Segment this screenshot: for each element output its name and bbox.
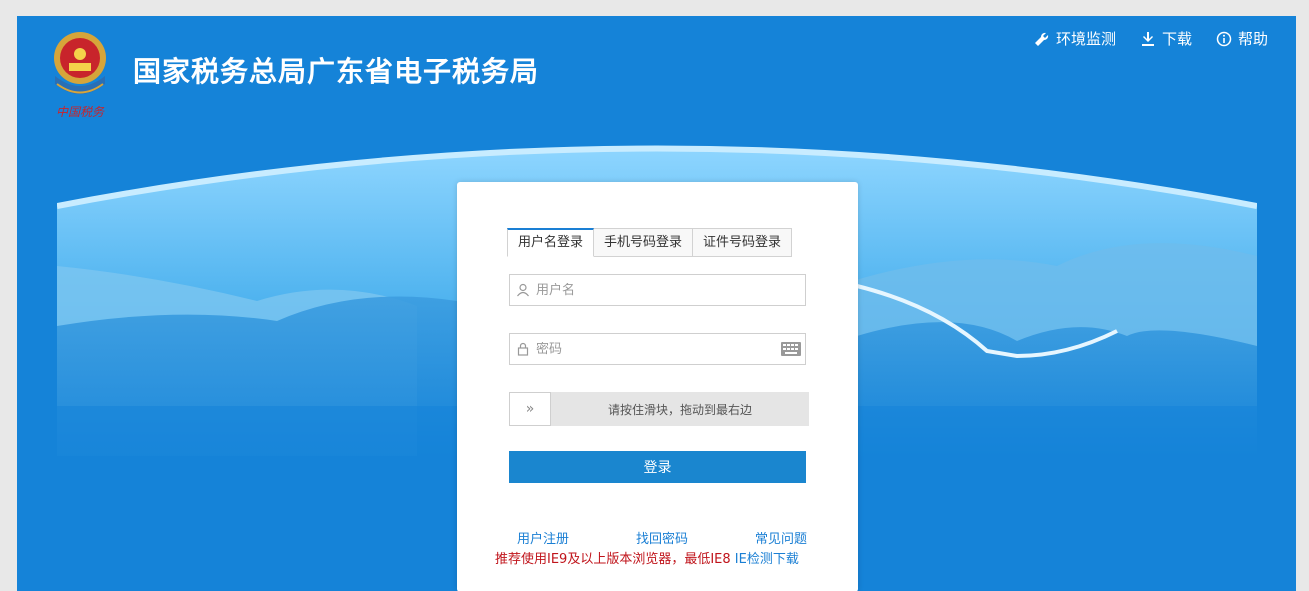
register-link[interactable]: 用户注册 (517, 528, 569, 547)
password-field (509, 333, 806, 365)
lock-icon (510, 342, 536, 356)
username-input[interactable] (536, 282, 805, 298)
password-input[interactable] (536, 341, 781, 357)
user-icon (510, 283, 536, 297)
slider-handle[interactable]: » (509, 392, 551, 426)
site-title: 国家税务总局广东省电子税务局 (133, 55, 540, 88)
login-button[interactable]: 登录 (509, 451, 806, 483)
login-tabs: 用户名登录 手机号码登录 证件号码登录 (507, 228, 793, 257)
browser-notice: 推荐使用IE9及以上版本浏览器，最低IE8 IE检测下载 (495, 548, 799, 567)
help-link[interactable]: 帮助 (1216, 28, 1268, 49)
main-background: 中国税务 国家税务总局广东省电子税务局 环境监测 下载 帮助 用户名登录 手机号… (17, 16, 1296, 591)
slide-verify: » 请按住滑块，拖动到最右边 (509, 392, 809, 426)
login-panel: 用户名登录 手机号码登录 证件号码登录 » 请按住滑块，拖动到最右边 登录 用户… (457, 182, 858, 591)
download-label: 下载 (1161, 30, 1192, 48)
tab-username-login[interactable]: 用户名登录 (507, 228, 595, 257)
tab-phone-login[interactable]: 手机号码登录 (594, 228, 694, 257)
slider-hint: 请按住滑块，拖动到最右边 (607, 402, 752, 417)
download-icon (1141, 31, 1154, 46)
faq-link[interactable]: 常见问题 (755, 528, 807, 547)
keyboard-icon[interactable] (781, 342, 801, 356)
help-links: 用户注册 找回密码 常见问题 (517, 528, 807, 547)
download-link[interactable]: 下载 (1140, 28, 1192, 49)
recover-password-link[interactable]: 找回密码 (636, 528, 688, 547)
tab-id-login[interactable]: 证件号码登录 (693, 228, 793, 257)
ie-check-download-link[interactable]: IE检测下载 (735, 552, 799, 567)
env-check-link[interactable]: 环境监测 (1034, 28, 1116, 49)
username-field (509, 274, 806, 306)
browser-notice-text: 推荐使用IE9及以上版本浏览器，最低IE8 (495, 552, 731, 567)
info-icon (1216, 31, 1232, 46)
top-nav: 环境监测 下载 帮助 (1034, 28, 1268, 49)
wrench-icon (1034, 32, 1049, 46)
help-label: 帮助 (1237, 30, 1268, 48)
env-check-label: 环境监测 (1055, 30, 1116, 48)
